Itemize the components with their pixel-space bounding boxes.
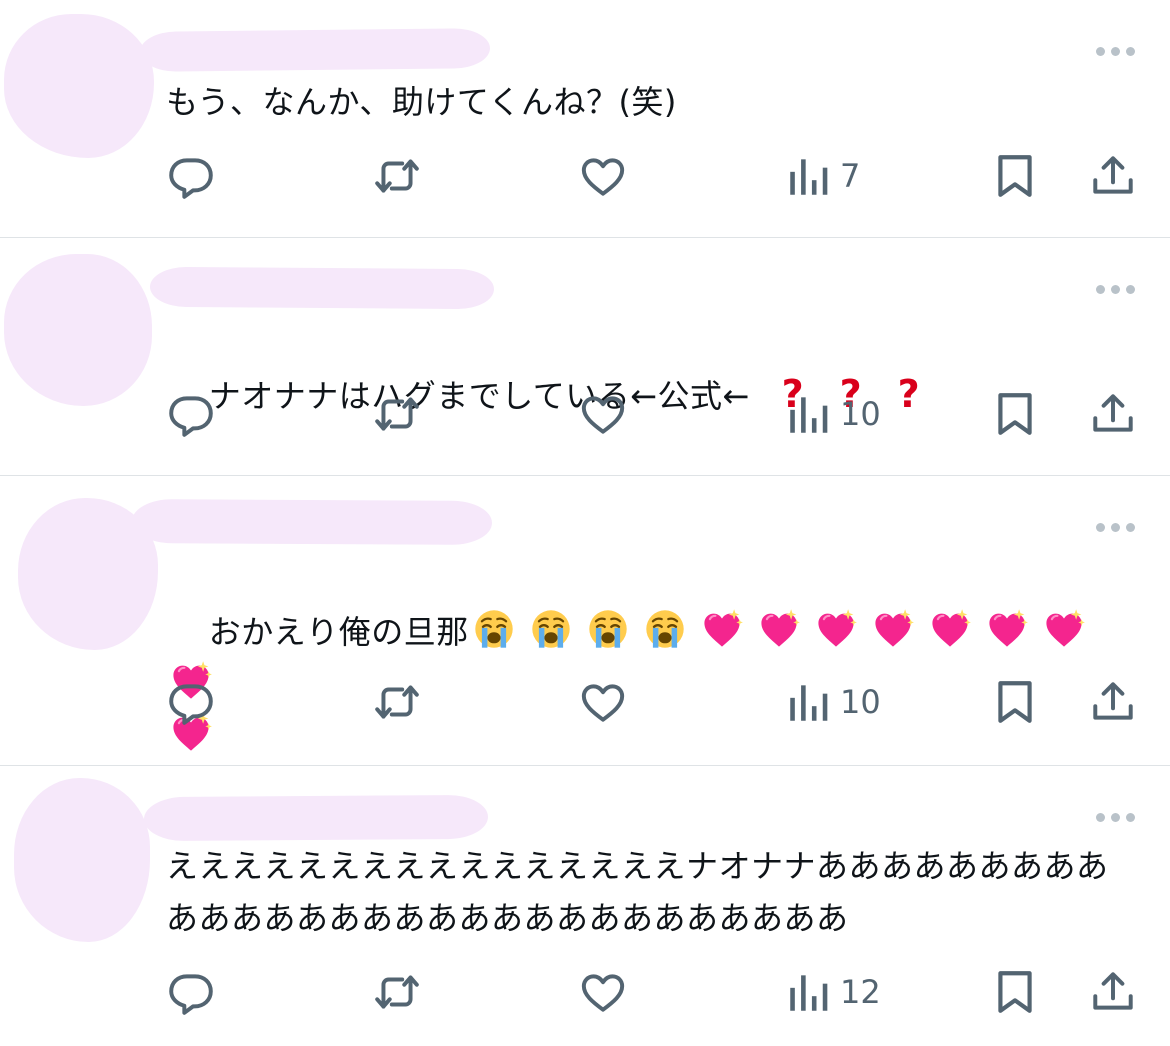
- heart-icon[interactable]: [578, 146, 628, 206]
- loudly-crying-face-emoji: [583, 607, 633, 651]
- sparkling-heart-emoji: [982, 607, 1032, 651]
- reply-icon[interactable]: [166, 146, 216, 206]
- sparkling-heart-emoji: [811, 607, 861, 651]
- heart-icon[interactable]: [578, 962, 628, 1022]
- more-dots-icon[interactable]: [1096, 282, 1136, 294]
- tweet-text: ええええええええええええええええナオナナああああああああああああああああああああ…: [166, 847, 1109, 937]
- share-icon[interactable]: [1088, 384, 1138, 444]
- retweet-icon[interactable]: [372, 672, 422, 732]
- author-name[interactable]: [143, 794, 489, 842]
- tweet-text: もう、なんか、助けてくんね？(笑): [166, 83, 677, 121]
- more-dots-icon[interactable]: [1096, 810, 1136, 822]
- avatar[interactable]: [14, 778, 150, 942]
- views-button[interactable]: 10: [784, 672, 881, 732]
- tweet-item[interactable]: ええええええええええええええええナオナナああああああああああああああああああああ…: [0, 766, 1170, 1046]
- views-button[interactable]: 10: [784, 384, 881, 444]
- reply-icon[interactable]: [166, 962, 216, 1022]
- more-dots-icon[interactable]: [1096, 44, 1136, 56]
- share-icon[interactable]: [1088, 672, 1138, 732]
- bookmark-icon[interactable]: [990, 146, 1040, 206]
- view-count: 12: [840, 973, 881, 1011]
- view-count: 10: [840, 395, 881, 433]
- share-icon[interactable]: [1088, 962, 1138, 1022]
- heart-icon[interactable]: [578, 672, 628, 732]
- sparkling-heart-emoji: [697, 607, 747, 651]
- tweet-item[interactable]: ナオナナはハグまでしている←公式←??? 10: [0, 238, 1170, 476]
- bookmark-icon[interactable]: [990, 672, 1040, 732]
- author-name[interactable]: [149, 266, 495, 310]
- tweet-text: おかえり俺の旦那: [208, 613, 469, 651]
- views-chart-icon: [784, 967, 834, 1017]
- retweet-icon[interactable]: [372, 962, 422, 1022]
- retweet-icon[interactable]: [372, 146, 422, 206]
- avatar[interactable]: [4, 14, 154, 158]
- heart-icon[interactable]: [578, 384, 628, 444]
- sparkling-heart-emoji: [868, 607, 918, 651]
- loudly-crying-face-emoji: [526, 607, 576, 651]
- reply-icon[interactable]: [166, 672, 216, 732]
- tweet-item[interactable]: おかえり俺の旦那 10: [0, 476, 1170, 766]
- views-chart-icon: [784, 677, 834, 727]
- view-count: 7: [840, 157, 861, 195]
- sparkling-heart-emoji: [1039, 607, 1089, 651]
- views-button[interactable]: 7: [784, 146, 860, 206]
- views-chart-icon: [784, 389, 834, 439]
- loudly-crying-face-emoji: [469, 607, 519, 651]
- more-dots-icon[interactable]: [1096, 520, 1136, 532]
- bookmark-icon[interactable]: [990, 384, 1040, 444]
- views-button[interactable]: 12: [784, 962, 881, 1022]
- loudly-crying-face-emoji: [640, 607, 690, 651]
- share-icon[interactable]: [1088, 146, 1138, 206]
- tweet-item[interactable]: もう、なんか、助けてくんね？(笑) 7: [0, 0, 1170, 238]
- sparkling-heart-emoji: [925, 607, 975, 651]
- author-name[interactable]: [131, 499, 493, 545]
- view-count: 10: [840, 683, 881, 721]
- retweet-icon[interactable]: [372, 384, 422, 444]
- reply-icon[interactable]: [166, 384, 216, 444]
- views-chart-icon: [784, 151, 834, 201]
- author-name[interactable]: [139, 28, 491, 72]
- sparkling-heart-emoji: [754, 607, 804, 651]
- bookmark-icon[interactable]: [990, 962, 1040, 1022]
